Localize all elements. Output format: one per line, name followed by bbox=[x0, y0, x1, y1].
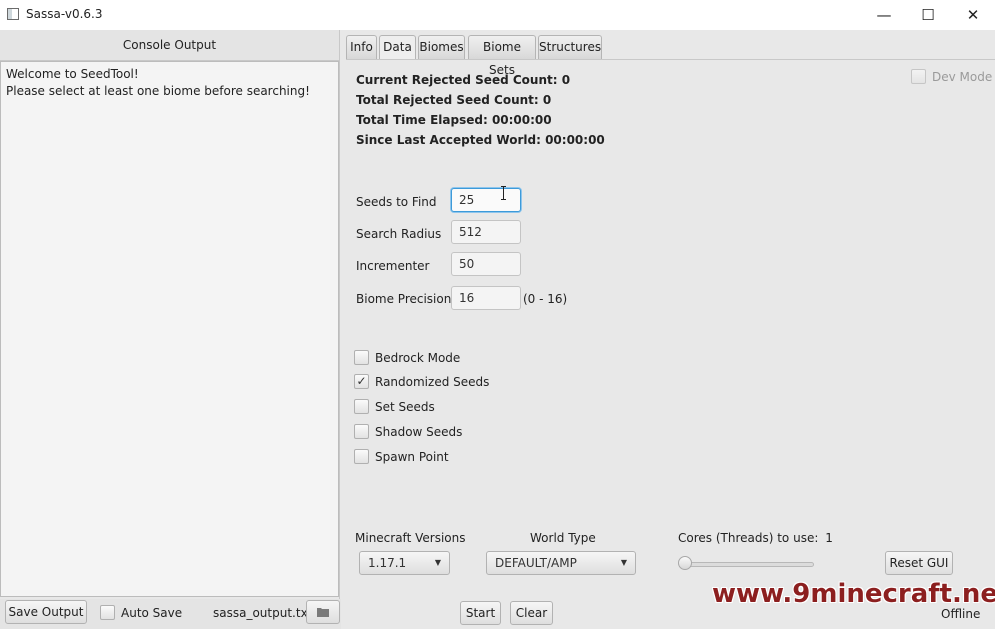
search-radius-input[interactable]: 512 bbox=[451, 220, 521, 244]
shadow-seeds-checkbox[interactable] bbox=[354, 424, 369, 439]
stat-total-time: Total Time Elapsed: 00:00:00 bbox=[356, 113, 552, 127]
stat-label: Total Time Elapsed: bbox=[356, 113, 488, 127]
stat-value: 00:00:00 bbox=[491, 113, 552, 127]
app-icon bbox=[7, 8, 19, 20]
tab-biome-sets[interactable]: Biome Sets bbox=[468, 35, 536, 77]
tab-biomes[interactable]: Biomes bbox=[418, 35, 465, 59]
bedrock-mode-label: Bedrock Mode bbox=[375, 351, 461, 365]
clear-button[interactable]: Clear bbox=[510, 601, 553, 625]
cores-slider-thumb[interactable] bbox=[678, 556, 692, 570]
tab-structures[interactable]: Structures bbox=[538, 35, 602, 59]
start-button[interactable]: Start bbox=[460, 601, 501, 625]
minecraft-version-value: 1.17.1 bbox=[368, 556, 407, 570]
world-type-value: DEFAULT/AMP bbox=[495, 556, 577, 570]
dev-mode-label: Dev Mode bbox=[932, 70, 993, 84]
maximize-button[interactable]: ☐ bbox=[905, 0, 951, 30]
stat-label: Current Rejected Seed Count: bbox=[356, 73, 558, 87]
stat-since-last-accepted: Since Last Accepted World: 00:00:00 bbox=[356, 133, 605, 147]
spawn-point-checkbox[interactable] bbox=[354, 449, 369, 464]
search-radius-label: Search Radius bbox=[356, 227, 442, 241]
title-bar: Sassa-v0.6.3 — ☐ ✕ bbox=[0, 0, 995, 30]
stat-value: 0 bbox=[561, 73, 571, 87]
checkmark-icon: ✓ bbox=[356, 374, 367, 388]
tab-info[interactable]: Info bbox=[346, 35, 377, 59]
console-footer: Save Output Auto Save sassa_output.txt bbox=[0, 599, 341, 629]
cores-value: 1 bbox=[825, 531, 833, 545]
dev-mode-checkbox[interactable] bbox=[911, 69, 926, 84]
randomized-seeds-label: Randomized Seeds bbox=[375, 375, 490, 389]
output-filename: sassa_output.txt bbox=[213, 606, 313, 620]
text-cursor-icon bbox=[501, 186, 506, 200]
reset-gui-button[interactable]: Reset GUI bbox=[885, 551, 953, 575]
cores-slider-track[interactable] bbox=[686, 562, 814, 567]
minimize-icon: — bbox=[876, 6, 892, 24]
bedrock-mode-checkbox[interactable] bbox=[354, 350, 369, 365]
set-seeds-checkbox[interactable] bbox=[354, 399, 369, 414]
console-line: Please select at least one biome before … bbox=[6, 84, 310, 98]
console-line: Welcome to SeedTool! bbox=[6, 67, 139, 81]
close-button[interactable]: ✕ bbox=[950, 0, 995, 30]
stat-label: Since Last Accepted World: bbox=[356, 133, 541, 147]
biome-precision-input[interactable]: 16 bbox=[451, 286, 521, 310]
window-title: Sassa-v0.6.3 bbox=[26, 7, 103, 21]
cores-label-text: Cores (Threads) to use: bbox=[678, 531, 819, 545]
auto-save-checkbox[interactable] bbox=[100, 605, 115, 620]
stat-label: Total Rejected Seed Count: bbox=[356, 93, 539, 107]
randomized-seeds-checkbox[interactable]: ✓ bbox=[354, 374, 369, 389]
close-icon: ✕ bbox=[966, 6, 980, 24]
console-header: Console Output bbox=[0, 30, 339, 61]
world-type-select[interactable]: DEFAULT/AMP ▼ bbox=[486, 551, 636, 575]
console-output[interactable]: Welcome to SeedTool! Please select at le… bbox=[0, 61, 339, 597]
chevron-down-icon: ▼ bbox=[620, 558, 627, 567]
save-output-button[interactable]: Save Output bbox=[5, 600, 87, 624]
status-text: Offline bbox=[941, 607, 981, 621]
chevron-down-icon: ▼ bbox=[434, 558, 441, 567]
biome-precision-range: (0 - 16) bbox=[523, 292, 568, 306]
tab-data[interactable]: Data bbox=[379, 35, 416, 60]
spawn-point-label: Spawn Point bbox=[375, 450, 449, 464]
auto-save-label: Auto Save bbox=[121, 606, 183, 620]
shadow-seeds-label: Shadow Seeds bbox=[375, 425, 463, 439]
stat-current-rejected: Current Rejected Seed Count: 0 bbox=[356, 73, 570, 87]
world-type-label: World Type bbox=[530, 531, 596, 545]
stat-value: 0 bbox=[542, 93, 552, 107]
set-seeds-label: Set Seeds bbox=[375, 400, 435, 414]
stat-value: 00:00:00 bbox=[545, 133, 605, 147]
watermark: www.9minecraft.net bbox=[712, 579, 995, 609]
seeds-to-find-input[interactable]: 25 bbox=[451, 188, 521, 212]
folder-icon bbox=[317, 608, 329, 617]
minecraft-version-select[interactable]: 1.17.1 ▼ bbox=[359, 551, 450, 575]
console-panel: Console Output Welcome to SeedTool! Plea… bbox=[0, 30, 340, 599]
incrementer-input[interactable]: 50 bbox=[451, 252, 521, 276]
minimize-button[interactable]: — bbox=[861, 0, 907, 30]
incrementer-label: Incrementer bbox=[356, 259, 430, 273]
maximize-icon: ☐ bbox=[921, 6, 935, 24]
browse-folder-button[interactable] bbox=[306, 600, 340, 624]
stat-total-rejected: Total Rejected Seed Count: 0 bbox=[356, 93, 551, 107]
cores-label: Cores (Threads) to use: 1 bbox=[678, 531, 833, 545]
biome-precision-label: Biome Precision bbox=[356, 292, 452, 306]
seeds-to-find-label: Seeds to Find bbox=[356, 195, 437, 209]
minecraft-versions-label: Minecraft Versions bbox=[355, 531, 466, 545]
